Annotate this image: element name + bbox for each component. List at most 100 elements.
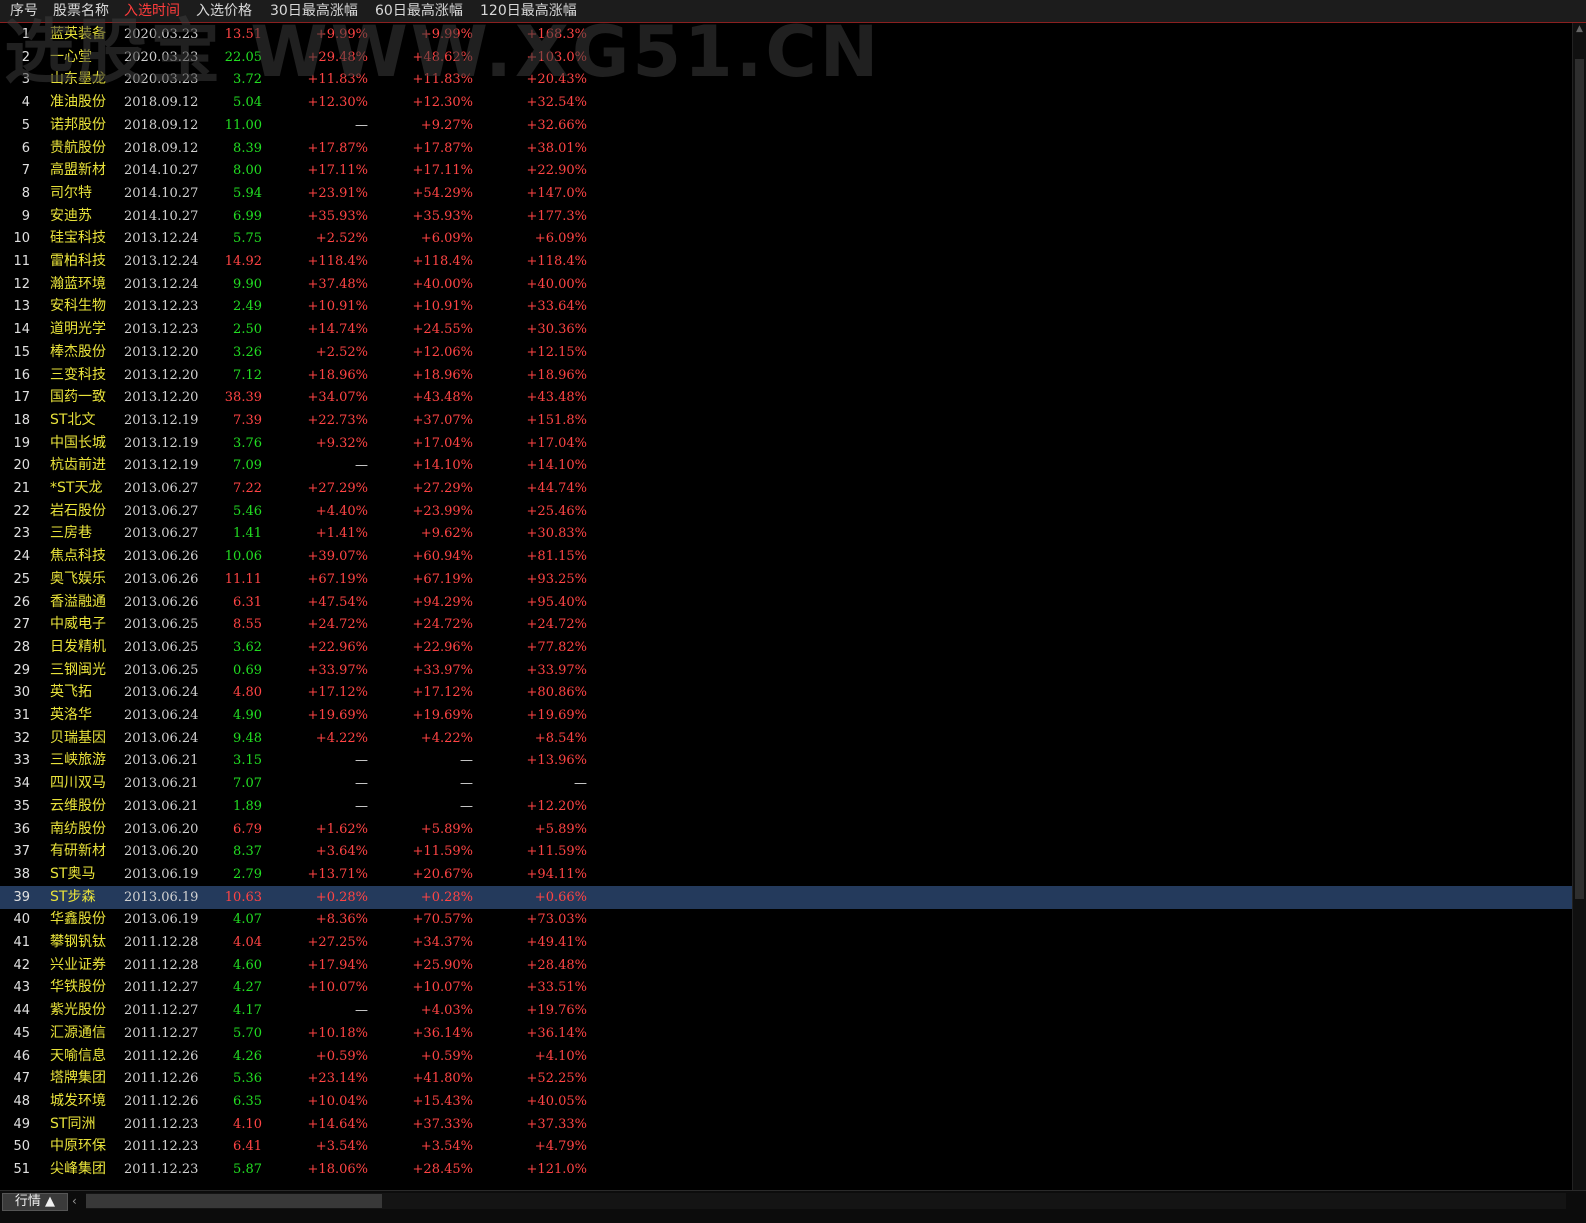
select-price: 8.39 xyxy=(233,140,262,156)
column-header-60d-gain[interactable]: 60日最高涨幅 xyxy=(375,0,463,22)
column-header-stock-name[interactable]: 股票名称 xyxy=(53,0,109,22)
table-row[interactable]: 19 中国长城 2013.12.19 3.76 +9.32% +17.04% +17.04% xyxy=(0,432,1573,455)
column-header-select-price[interactable]: 入选价格 xyxy=(196,0,252,22)
table-row[interactable]: 25 奥飞娱乐 2013.06.26 11.11 +67.19% +67.19% +93.2… xyxy=(0,568,1573,591)
table-row[interactable]: 11 雷柏科技 2013.12.24 14.92 +118.4% +118.4% +118.… xyxy=(0,250,1573,273)
table-row[interactable]: 24 焦点科技 2013.06.26 10.06 +39.07% +60.94% +81.1… xyxy=(0,545,1573,568)
table-row[interactable]: 10 硅宝科技 2013.12.24 5.75 +2.52% +6.09% +6.09% xyxy=(0,227,1573,250)
table-row[interactable]: 39 ST步森 2013.06.19 10.63 +0.28% +0.28% +0.66% xyxy=(0,885,1573,909)
table-row[interactable]: 46 天喻信息 2011.12.26 4.26 +0.59% +0.59% +4.10% xyxy=(0,1045,1573,1068)
select-date: 2014.10.27 xyxy=(124,185,199,201)
table-row[interactable]: 47 塔牌集团 2011.12.26 5.36 +23.14% +41.80% +52.25… xyxy=(0,1067,1573,1090)
gain-60d: +70.57% xyxy=(412,912,473,928)
table-row[interactable]: 29 三钢闽光 2013.06.25 0.69 +33.97% +33.97% +33.97… xyxy=(0,659,1573,682)
gain-60d: +17.04% xyxy=(412,435,473,451)
select-price: 4.80 xyxy=(233,685,262,701)
table-row[interactable]: 9 安迪苏 2014.10.27 6.99 +35.93% +35.93% +177.3% xyxy=(0,205,1573,228)
table-row[interactable]: 27 中威电子 2013.06.25 8.55 +24.72% +24.72% +24.72… xyxy=(0,613,1573,636)
table-row[interactable]: 48 城发环境 2011.12.26 6.35 +10.04% +15.43% +40.05… xyxy=(0,1090,1573,1113)
table-row[interactable]: 33 三峡旅游 2013.06.21 3.15 — — +13.96% xyxy=(0,749,1573,772)
gain-60d: +18.96% xyxy=(412,367,473,383)
table-row[interactable]: 40 华鑫股份 2013.06.19 4.07 +8.36% +70.57% +73.03% xyxy=(0,908,1573,931)
table-row[interactable]: 37 有研新材 2013.06.20 8.37 +3.64% +11.59% +11.59% xyxy=(0,840,1573,863)
table-row[interactable]: 51 尖峰集团 2011.12.23 5.87 +18.06% +28.45% +121.0… xyxy=(0,1158,1573,1181)
market-tab[interactable]: 行情 ▲ xyxy=(2,1193,68,1211)
column-header-select-date[interactable]: 入选时间 xyxy=(124,0,180,22)
select-date: 2013.06.19 xyxy=(124,866,199,882)
table-row[interactable]: 36 南纺股份 2013.06.20 6.79 +1.62% +5.89% +5.89% xyxy=(0,818,1573,841)
table-row[interactable]: 18 ST北文 2013.12.19 7.39 +22.73% +37.07% +151.8… xyxy=(0,409,1573,432)
gain-60d: +67.19% xyxy=(412,571,473,587)
stock-name: 道明光学 xyxy=(50,321,106,338)
gain-60d: +5.89% xyxy=(420,821,473,837)
table-row[interactable]: 38 ST奥马 2013.06.19 2.79 +13.71% +20.67% +94.11… xyxy=(0,863,1573,886)
stock-name: 攀钢钒钛 xyxy=(50,934,106,950)
gain-60d: +9.62% xyxy=(420,526,473,542)
table-row[interactable]: 4 准油股份 2018.09.12 5.04 +12.30% +12.30% +32.54% xyxy=(0,91,1573,114)
vertical-scrollbar-thumb[interactable] xyxy=(1575,59,1584,899)
table-row[interactable]: 42 兴业证券 2011.12.28 4.60 +17.94% +25.90% +28.48… xyxy=(0,954,1573,977)
column-header-120d-gain[interactable]: 120日最高涨幅 xyxy=(480,0,577,22)
gain-30d: +23.14% xyxy=(307,1071,368,1087)
horizontal-scrollbar[interactable] xyxy=(86,1193,1566,1209)
table-row[interactable]: 21 *ST天龙 2013.06.27 7.22 +27.29% +27.29% +44.7… xyxy=(0,477,1573,500)
column-header-index[interactable]: 序号 xyxy=(10,0,38,22)
gain-120d: +95.40% xyxy=(526,594,587,610)
gain-60d: +4.03% xyxy=(420,1003,473,1019)
table-row[interactable]: 45 汇源通信 2011.12.27 5.70 +10.18% +36.14% +36.14… xyxy=(0,1022,1573,1045)
table-row[interactable]: 44 紫光股份 2011.12.27 4.17 — +4.03% +19.76% xyxy=(0,999,1573,1022)
table-row[interactable]: 34 四川双马 2013.06.21 7.07 — — — xyxy=(0,772,1573,795)
table-row[interactable]: 30 英飞拓 2013.06.24 4.80 +17.12% +17.12% +80.86% xyxy=(0,681,1573,704)
horizontal-scrollbar-thumb[interactable] xyxy=(86,1194,382,1208)
row-index: 49 xyxy=(13,1116,30,1132)
table-row[interactable]: 32 贝瑞基因 2013.06.24 9.48 +4.22% +4.22% +8.54% xyxy=(0,727,1573,750)
table-row[interactable]: 17 国药一致 2013.12.20 38.39 +34.07% +43.48% +43.4… xyxy=(0,386,1573,409)
table-row[interactable]: 49 ST同洲 2011.12.23 4.10 +14.64% +37.33% +37.33… xyxy=(0,1113,1573,1136)
select-date: 2013.06.26 xyxy=(124,571,199,587)
column-header-30d-gain[interactable]: 30日最高涨幅 xyxy=(270,0,358,22)
table-row[interactable]: 31 英洛华 2013.06.24 4.90 +19.69% +19.69% +19.69% xyxy=(0,704,1573,727)
gain-60d: +12.30% xyxy=(412,95,473,111)
table-row[interactable]: 28 日发精机 2013.06.25 3.62 +22.96% +22.96% +77.82… xyxy=(0,636,1573,659)
table-row[interactable]: 6 贵航股份 2018.09.12 8.39 +17.87% +17.87% +38.01% xyxy=(0,137,1573,160)
table-row[interactable]: 41 攀钢钒钛 2011.12.28 4.04 +27.25% +34.37% +49.41… xyxy=(0,931,1573,954)
gain-60d: +12.06% xyxy=(412,344,473,360)
table-row[interactable]: 5 诺邦股份 2018.09.12 11.00 — +9.27% +32.66% xyxy=(0,114,1573,137)
gain-60d: +20.67% xyxy=(412,866,473,882)
table-row[interactable]: 23 三房巷 2013.06.27 1.41 +1.41% +9.62% +30.83% xyxy=(0,522,1573,545)
gain-120d: +93.25% xyxy=(526,571,587,587)
table-row[interactable]: 43 华铁股份 2011.12.27 4.27 +10.07% +10.07% +33.51… xyxy=(0,976,1573,999)
gain-30d: — xyxy=(355,798,368,814)
vertical-scrollbar[interactable]: ▲ xyxy=(1572,23,1586,1190)
table-row[interactable]: 22 岩石股份 2013.06.27 5.46 +4.40% +23.99% +25.46% xyxy=(0,500,1573,523)
row-index: 31 xyxy=(13,708,30,723)
table-row[interactable]: 26 香溢融通 2013.06.26 6.31 +47.54% +94.29% +95.40… xyxy=(0,591,1573,614)
select-price: 6.99 xyxy=(233,208,262,224)
table-row[interactable]: 14 道明光学 2013.12.23 2.50 +14.74% +24.55% +30.36… xyxy=(0,318,1573,341)
table-row[interactable]: 3 山东墨龙 2020.03.23 3.72 +11.83% +11.83% +20.43% xyxy=(0,68,1573,91)
table-row[interactable]: 35 云维股份 2013.06.21 1.89 — — +12.20% xyxy=(0,795,1573,818)
stock-name: 四川双马 xyxy=(50,775,106,792)
table-row[interactable]: 16 三变科技 2013.12.20 7.12 +18.96% +18.96% +18.96… xyxy=(0,364,1573,387)
scroll-left-arrow-icon[interactable]: ‹ xyxy=(72,1193,84,1209)
table-row[interactable]: 2 一心堂 2020.03.23 22.05 +29.48% +48.62% +103.0% xyxy=(0,46,1573,69)
table-row[interactable]: 20 杭齿前进 2013.12.19 7.09 — +14.10% +14.10% xyxy=(0,454,1573,477)
table-row[interactable]: 8 司尔特 2014.10.27 5.94 +23.91% +54.29% +147.0% xyxy=(0,182,1573,205)
gain-60d: +0.28% xyxy=(420,889,473,905)
table-row[interactable]: 1 蓝英装备 2020.03.23 13.51 +9.99% +9.99% +168.3% xyxy=(0,23,1573,46)
select-date: 2011.12.23 xyxy=(124,1116,199,1132)
stock-name: 山东墨龙 xyxy=(50,71,106,88)
gain-120d: +147.0% xyxy=(526,185,587,201)
row-index: 2 xyxy=(21,49,30,65)
table-row[interactable]: 13 安科生物 2013.12.23 2.49 +10.91% +10.91% +33.64… xyxy=(0,295,1573,318)
table-row[interactable]: 7 高盟新材 2014.10.27 8.00 +17.11% +17.11% +22.90% xyxy=(0,159,1573,182)
table-row[interactable]: 12 瀚蓝环境 2013.12.24 9.90 +37.48% +40.00% +40.00… xyxy=(0,273,1573,296)
gain-30d: +4.22% xyxy=(315,730,368,746)
scroll-up-arrow-icon[interactable]: ▲ xyxy=(1573,23,1586,35)
gain-60d: +14.10% xyxy=(412,458,473,474)
table-row[interactable]: 50 中原环保 2011.12.23 6.41 +3.54% +3.54% +4.79% xyxy=(0,1135,1573,1158)
select-date: 2013.12.20 xyxy=(124,390,199,406)
select-price: 13.51 xyxy=(224,27,262,42)
gain-30d: +10.91% xyxy=(307,299,368,315)
table-row[interactable]: 15 棒杰股份 2013.12.20 3.26 +2.52% +12.06% +12.15% xyxy=(0,341,1573,364)
